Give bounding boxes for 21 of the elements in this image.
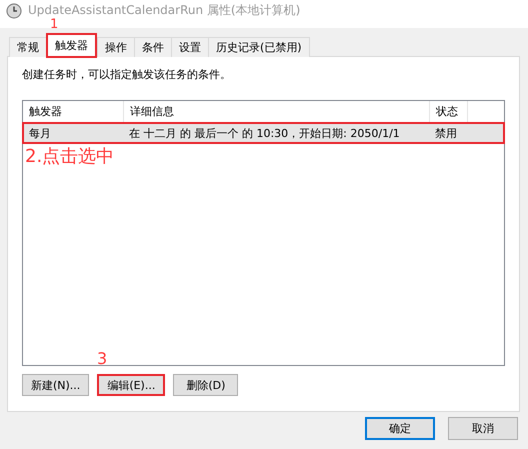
window-title: UpdateAssistantCalendarRun 属性(本地计算机)	[28, 3, 300, 18]
table-row[interactable]: 每月 在 十二月 的 最后一个 的 10:30，开始日期: 2050/1/1 禁用	[24, 124, 503, 142]
annotation-number: 3	[97, 349, 108, 368]
button[interactable]: 删除(D)	[173, 374, 238, 396]
tab[interactable]: 设置	[171, 37, 209, 57]
table-cell-text: 每月	[28, 126, 52, 140]
tab[interactable]: 常规	[9, 37, 47, 57]
button[interactable]: 编辑(E)...	[97, 374, 166, 396]
description-text: 创建任务时，可以指定触发该任务的条件。	[22, 67, 232, 83]
ok-button[interactable]: 确定	[365, 417, 435, 440]
tab[interactable]: 操作	[97, 37, 135, 57]
table-cell-text: 禁用	[434, 126, 458, 140]
tab[interactable]: 条件	[134, 37, 172, 57]
table-cell-text: 在 十二月 的 最后一个 的 10:30，开始日期: 2050/1/1	[128, 126, 401, 140]
annotation-text: 2.点击选中	[24, 145, 116, 168]
button[interactable]: 新建(N)...	[22, 374, 90, 396]
annotation-number: 1	[50, 18, 58, 32]
clock-icon	[6, 3, 22, 19]
tab[interactable]: 历史记录(已禁用)	[208, 37, 310, 57]
cancel-button[interactable]: 取消	[448, 417, 518, 440]
tab[interactable]: 触发器	[47, 34, 96, 57]
